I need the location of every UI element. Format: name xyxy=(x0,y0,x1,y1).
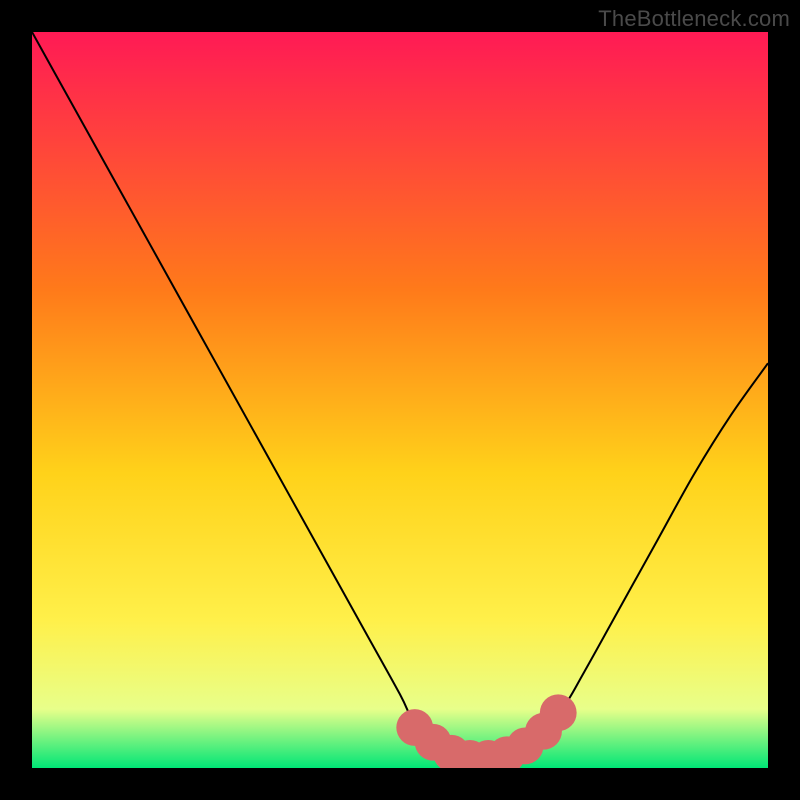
chart-plot-area xyxy=(32,32,768,768)
watermark-text: TheBottleneck.com xyxy=(598,6,790,32)
highlight-dot xyxy=(540,694,577,731)
heatmap-background xyxy=(32,32,768,768)
chart-svg xyxy=(32,32,768,768)
chart-frame: TheBottleneck.com xyxy=(0,0,800,800)
